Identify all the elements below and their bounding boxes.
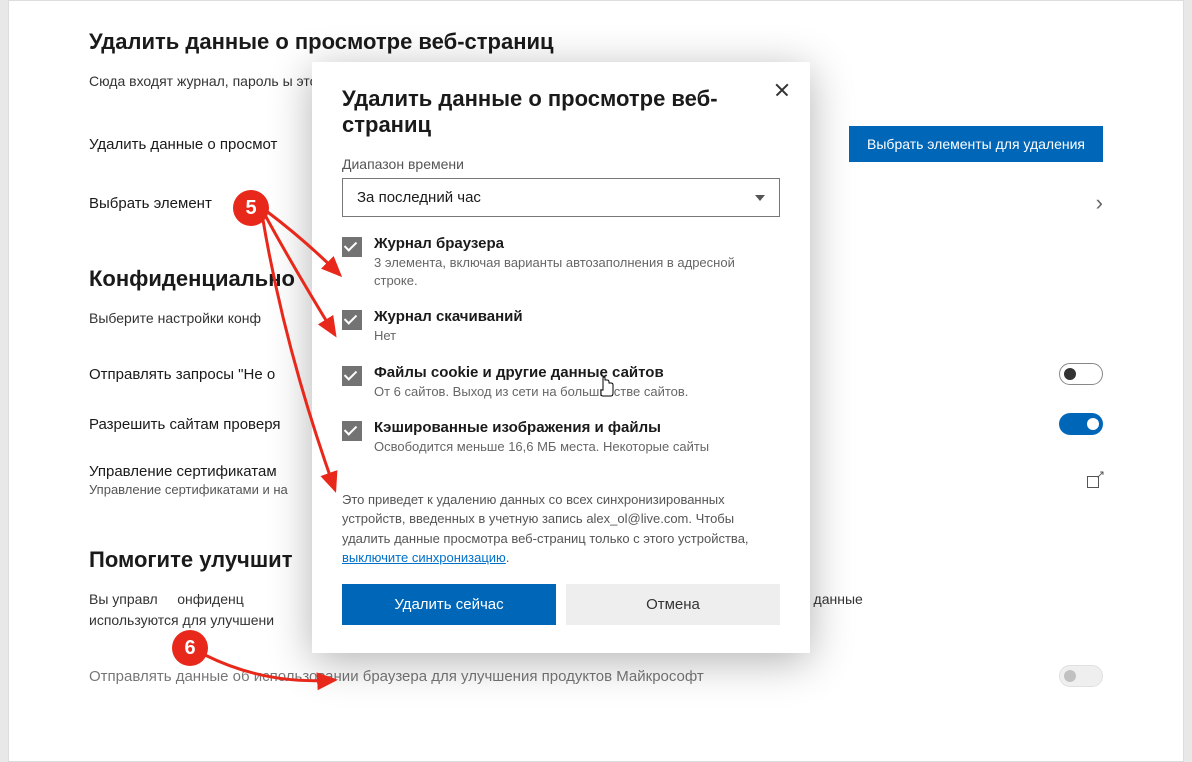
pointer-cursor-icon [598,376,616,398]
annotation-marker-6: 6 [172,630,208,666]
clear-data-modal: Удалить данные о просмотре веб-страниц Д… [312,62,810,653]
modal-title: Удалить данные о просмотре веб-страниц [342,86,780,138]
list-item: Файлы cookie и другие данные сайтов От 6… [342,364,766,401]
time-range-label: Диапазон времени [342,156,780,172]
list-item: Кэшированные изображения и файлы Освобод… [342,419,766,456]
checkbox-cache[interactable] [342,421,362,441]
close-icon[interactable] [774,82,790,98]
clear-data-list: Журнал браузера 3 элемента, включая вари… [342,235,780,474]
list-item: Журнал скачиваний Нет [342,308,766,345]
chevron-down-icon [755,195,765,201]
checkbox-download-history[interactable] [342,310,362,330]
sync-warning: Это приведет к удалению данных со всех с… [342,490,780,568]
checkbox-browsing-history[interactable] [342,237,362,257]
list-item: Журнал браузера 3 элемента, включая вари… [342,235,766,290]
checkbox-cookies[interactable] [342,366,362,386]
annotation-marker-5: 5 [233,190,269,226]
time-range-select[interactable]: За последний час [342,178,780,217]
cancel-button[interactable]: Отмена [566,584,780,625]
disable-sync-link[interactable]: выключите синхронизацию [342,550,506,565]
delete-now-button[interactable]: Удалить сейчас [342,584,556,625]
